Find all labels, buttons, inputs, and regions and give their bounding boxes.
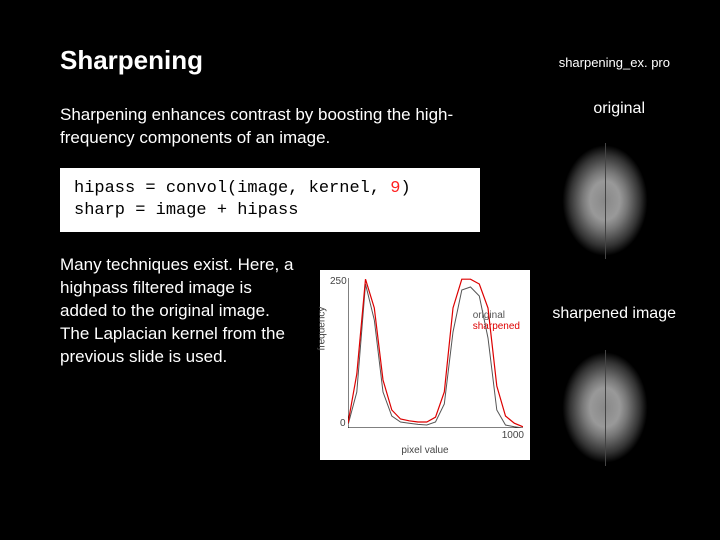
y-tick: 250 bbox=[330, 276, 347, 287]
code-line-2: sharp = image + hipass bbox=[74, 200, 466, 222]
histogram-svg bbox=[348, 278, 523, 428]
label-original: original bbox=[593, 100, 645, 118]
code-text: ) bbox=[400, 179, 410, 198]
body-text: Many techniques exist. Here, a highpass … bbox=[60, 254, 295, 369]
slide: Sharpening sharpening_ex. pro Sharpening… bbox=[0, 0, 720, 540]
label-sharpened: sharpened image bbox=[552, 305, 676, 323]
code-block: hipass = convol(image, kernel, 9) sharp … bbox=[60, 168, 480, 232]
code-line-1: hipass = convol(image, kernel, 9) bbox=[74, 178, 466, 200]
x-tick: 1000 bbox=[502, 430, 524, 441]
filename-label: sharpening_ex. pro bbox=[559, 55, 670, 70]
y-axis-label: frequency bbox=[317, 307, 328, 351]
brain-image-sharpened bbox=[545, 335, 665, 480]
intro-text: Sharpening enhances contrast by boosting… bbox=[60, 104, 470, 150]
code-number: 9 bbox=[390, 179, 400, 198]
histogram-chart: 250 0 1000 frequency pixel value origina… bbox=[320, 270, 530, 460]
y-tick: 0 bbox=[340, 418, 346, 429]
x-axis-label: pixel value bbox=[401, 445, 448, 456]
brain-image-original bbox=[545, 128, 665, 273]
code-text: hipass = convol(image, kernel, bbox=[74, 179, 390, 198]
